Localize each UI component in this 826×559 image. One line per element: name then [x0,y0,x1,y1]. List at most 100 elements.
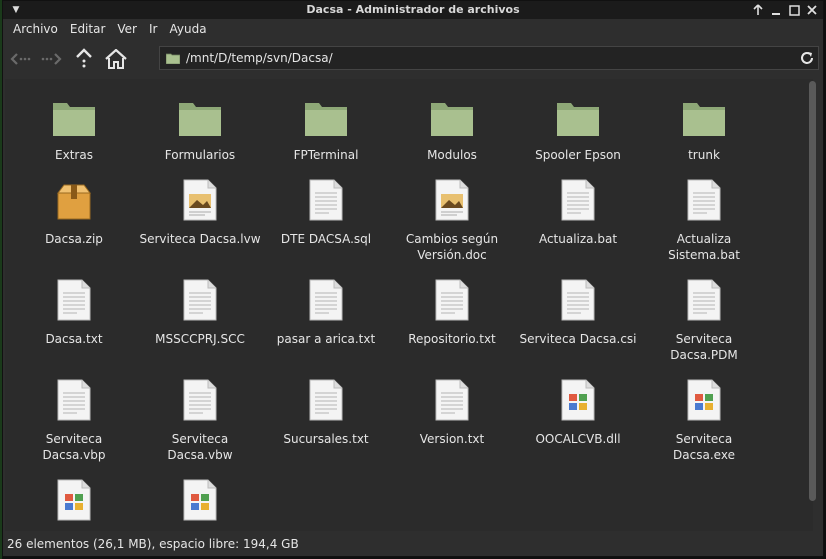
text-file-icon [183,379,217,421]
up-arrow-icon [76,48,92,68]
file-item[interactable]: Dacsa.txt [11,277,137,347]
file-label: Cambios según Versión.doc [405,232,499,262]
file-item[interactable]: Spooler Epson [515,93,641,163]
file-item[interactable]: pasar a arica.txt [263,277,389,347]
file-label: Actualiza.bat [538,232,618,246]
executable-icon [57,479,91,521]
file-label: pasar a arica.txt [276,332,376,346]
file-label: Formularios [164,148,236,162]
folder-icon [53,103,95,136]
raise-icon[interactable] [751,2,765,18]
text-file-icon [183,279,217,321]
file-item[interactable]: Serviteca Dacsa.vbw [137,377,263,463]
file-item[interactable]: Actualiza.bat [515,177,641,247]
text-file-icon [687,179,721,221]
text-file-icon [561,279,595,321]
file-label: trunk [688,148,720,162]
file-item[interactable]: Serviteca Dacsa.exe [641,377,767,463]
folder-icon [179,103,221,136]
file-label: Dacsa.txt [45,332,103,346]
text-file-icon [309,279,343,321]
executable-icon [561,379,595,421]
file-item[interactable]: Actualiza Sistema.bat [641,177,767,263]
text-file-icon [435,379,469,421]
menu-ayuda[interactable]: Ayuda [163,19,212,39]
file-item[interactable]: trunk [641,93,767,163]
vertical-scrollbar[interactable] [809,81,817,529]
image-document-icon [435,179,469,221]
file-item[interactable]: Version.txt [389,377,515,447]
menu-editar[interactable]: Editar [64,19,112,39]
text-file-icon [561,179,595,221]
status-bar: 26 elementos (26,1 MB), espacio libre: 1… [3,532,823,556]
text-file-icon [309,179,343,221]
file-icon-view[interactable]: Extras Formularios FPTerminal Modulos Sp… [5,79,813,531]
file-label: Actualiza Sistema.bat [668,232,740,262]
scrollbar-thumb[interactable] [809,81,816,501]
file-label: Serviteca Dacsa.exe [673,432,735,462]
file-item[interactable]: DTE DACSA.sql [263,177,389,247]
file-item[interactable]: Repositorio.txt [389,277,515,347]
file-label: Serviteca Dacsa.PDM [670,332,738,362]
window-controls [751,2,819,18]
file-item[interactable]: Formularios [137,93,263,163]
folder-icon [305,103,347,136]
maximize-icon[interactable] [787,2,801,18]
location-path: /mnt/D/temp/svn/Dacsa/ [186,51,333,65]
file-item[interactable]: Modulos [389,93,515,163]
back-arrow-icon [10,53,31,65]
reload-icon[interactable] [798,49,816,67]
executable-icon [183,479,217,521]
file-item[interactable]: FPTerminal [263,93,389,163]
file-item[interactable]: Sucursales.txt [263,377,389,447]
file-label: Serviteca Dacsa.vbp [42,432,106,462]
file-item[interactable]: Serviteca Dacsa.vbp [11,377,137,463]
file-label: Serviteca Dacsa.vbw [167,432,233,462]
text-file-icon [57,379,91,421]
archive-icon [57,184,91,220]
close-icon[interactable] [805,2,819,18]
text-file-icon [687,279,721,321]
file-label: FPTerminal [293,148,359,162]
minimize-icon[interactable] [769,2,783,18]
executable-icon [687,379,721,421]
menu-bar: Archivo Editar Ver Ir Ayuda [3,19,823,39]
file-item[interactable] [11,477,137,531]
file-label: OOCALCVB.dll [535,432,621,446]
file-label: MSSCCPRJ.SCC [155,332,245,346]
file-label: Sucursales.txt [283,432,369,446]
back-button[interactable] [5,44,35,74]
location-bar[interactable]: /mnt/D/temp/svn/Dacsa/ [159,46,819,70]
file-item[interactable]: Cambios según Versión.doc [389,177,515,263]
window-menu-icon[interactable]: ▼ [9,3,23,17]
home-button[interactable] [101,44,131,74]
text-file-icon [435,279,469,321]
parent-folder-button[interactable] [69,44,99,74]
file-item[interactable]: Serviteca Dacsa.csi [515,277,641,347]
file-label: Spooler Epson [535,148,621,162]
file-label: Dacsa.zip [45,232,103,246]
forward-button[interactable] [37,44,67,74]
file-item[interactable]: OOCALCVB.dll [515,377,641,447]
file-manager-window: ▼ Dacsa - Administrador de archivos Arch… [2,0,824,557]
file-label: Version.txt [419,432,485,446]
file-label: Serviteca Dacsa.csi [519,332,637,346]
title-bar[interactable]: ▼ Dacsa - Administrador de archivos [3,1,823,19]
file-item[interactable]: Serviteca Dacsa.PDM [641,277,767,363]
folder-icon [557,103,599,136]
file-label: Repositorio.txt [408,332,496,346]
menu-archivo[interactable]: Archivo [7,19,64,39]
file-label: Serviteca Dacsa.lvw [139,232,261,246]
file-label: DTE DACSA.sql [280,232,372,246]
file-item[interactable]: Serviteca Dacsa.lvw [137,177,263,247]
menu-ver[interactable]: Ver [111,19,143,39]
file-item[interactable] [137,477,263,531]
window-title: Dacsa - Administrador de archivos [306,3,520,16]
file-item[interactable]: Dacsa.zip [11,177,137,247]
folder-icon [683,103,725,136]
file-item[interactable]: Extras [11,93,137,163]
menu-ir[interactable]: Ir [143,19,163,39]
folder-icon [431,103,473,136]
file-item[interactable]: MSSCCPRJ.SCC [137,277,263,347]
folder-icon [166,52,180,64]
